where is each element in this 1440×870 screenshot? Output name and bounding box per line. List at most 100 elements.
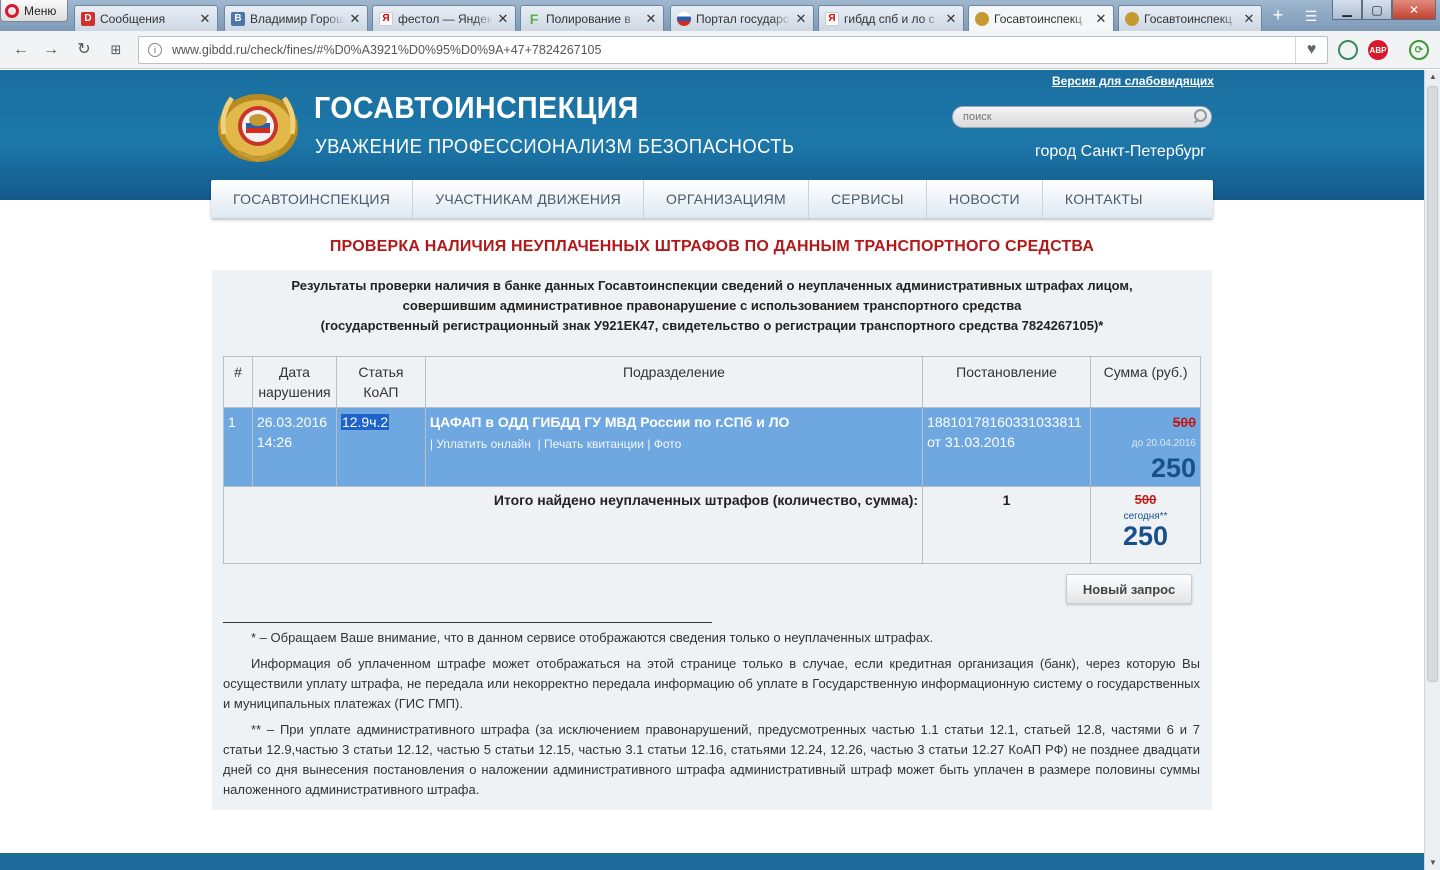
new-tab-icon[interactable]: +	[1268, 6, 1288, 26]
forward-arrow-icon[interactable]: →	[40, 40, 62, 60]
address-url[interactable]: www.gibdd.ru/check/fines/#%D0%A3921%D0%9…	[172, 43, 1295, 57]
fine-article-cell: 12.9ч.2	[335, 407, 426, 487]
fine-time: 14:26	[256, 434, 293, 450]
opera-menu-button[interactable]: Меню	[0, 0, 68, 22]
close-window-icon[interactable]: ✕	[1392, 0, 1436, 20]
speed-dial-icon[interactable]: ⊞	[105, 40, 127, 60]
column-header-unit: Подразделение	[424, 356, 924, 408]
browser-tab[interactable]: F Полирование в ✕	[520, 5, 664, 31]
photo-link[interactable]: | Фото	[647, 437, 681, 451]
nav-item-news[interactable]: НОВОСТИ	[927, 180, 1043, 218]
site-slogan: УВАЖЕНИЕ ПРОФЕССИОНАЛИЗМ БЕЗОПАСНОСТЬ	[315, 136, 795, 158]
accessible-version-link[interactable]: Версия для слабовидящих	[1052, 74, 1214, 88]
tab-favicon-icon	[975, 12, 989, 26]
browser-tab[interactable]: D Сообщения ✕	[74, 5, 218, 31]
gibdd-emblem-icon[interactable]	[214, 84, 302, 164]
fine-date-cell: 26.03.2016 14:26	[251, 407, 337, 487]
tab-label: Госавтоинспекц	[994, 12, 1082, 26]
column-header-date: Дата нарушения	[251, 356, 337, 408]
browser-tab[interactable]: Портал государс ✕	[670, 5, 814, 31]
nav-item-services[interactable]: СЕРВИСЫ	[809, 180, 927, 218]
address-bar[interactable]: i www.gibdd.ru/check/fines/#%D0%A3921%D0…	[138, 36, 1328, 64]
intro-line: (государственный регистрационный знак У9…	[320, 318, 1104, 333]
tab-close-icon[interactable]: ✕	[199, 11, 211, 27]
fine-unit-cell: ЦАФАП в ОДД ГИБДД ГУ МВД России по г.СПб…	[424, 407, 924, 487]
fine-date: 26.03.2016	[256, 414, 328, 430]
total-discount-sum: 250	[1123, 521, 1169, 551]
total-count: 1	[922, 486, 1092, 564]
browser-tab[interactable]: Я фестол — Яндекс ✕	[372, 5, 516, 31]
browser-tab[interactable]: Я гибдд спб и ло с ✕	[818, 5, 964, 31]
scroll-up-icon[interactable]: ▲	[1425, 70, 1440, 84]
city-selector[interactable]: город Санкт-Петербург	[1035, 143, 1206, 161]
tab-menu-icon[interactable]: ☰	[1302, 8, 1320, 24]
tab-favicon-icon	[677, 11, 691, 26]
table-row[interactable]: 1 26.03.2016 14:26 12.9ч.2 ЦАФАП в ОДД Г…	[223, 407, 1201, 487]
nav-item-gibdd[interactable]: ГОСАВТОИНСПЕКЦИЯ	[211, 180, 414, 218]
total-old-sum: 500	[1134, 492, 1157, 507]
site-info-icon[interactable]: i	[148, 43, 162, 57]
tab-close-icon[interactable]: ✕	[795, 11, 807, 27]
column-header-sum: Сумма (руб.)	[1090, 356, 1201, 408]
page-title: ПРОВЕРКА НАЛИЧИЯ НЕУПЛАЧЕННЫХ ШТРАФОВ ПО…	[329, 238, 1095, 255]
total-sum-cell: 500 сегодня** 250	[1090, 486, 1201, 564]
print-receipt-link[interactable]: | Печать квитанции	[538, 437, 644, 451]
nav-item-organizations[interactable]: ОРГАНИЗАЦИЯМ	[644, 180, 809, 218]
tab-close-icon[interactable]: ✕	[945, 11, 957, 27]
tab-close-icon[interactable]: ✕	[1243, 11, 1255, 27]
pay-online-link[interactable]: | Уплатить онлайн	[430, 437, 531, 451]
main-nav: ГОСАВТОИНСПЕКЦИЯ УЧАСТНИКАМ ДВИЖЕНИЯ ОРГ…	[211, 180, 1213, 218]
opera-menu-label: Меню	[24, 3, 57, 18]
tab-label: Госавтоинспекц	[1144, 11, 1232, 26]
fine-actions: | Уплатить онлайн | Печать квитанции | Ф…	[430, 434, 918, 454]
table-header-row: # Дата нарушения Статья КоАП Подразделен…	[223, 356, 1201, 408]
tab-label: Сообщения	[100, 11, 166, 26]
tab-label: Портал государс	[696, 11, 789, 26]
nav-item-participants[interactable]: УЧАСТНИКАМ ДВИЖЕНИЯ	[413, 180, 645, 218]
fine-discount-sum: 250	[1150, 453, 1196, 483]
maximize-icon[interactable]: ▢	[1362, 0, 1392, 20]
tab-close-icon[interactable]: ✕	[645, 11, 657, 27]
total-row: Итого найдено неуплаченных штрафов (коли…	[222, 486, 1201, 564]
tab-close-icon[interactable]: ✕	[497, 11, 509, 27]
web-page: ГОСАВТОИНСПЕКЦИЯ УВАЖЕНИЕ ПРОФЕССИОНАЛИЗ…	[0, 70, 1424, 870]
column-header-resolution: Постановление	[922, 356, 1092, 408]
browser-tab-bar: Меню D Сообщения ✕ B Владимир Горош ✕ Я …	[0, 0, 1440, 32]
extension-update-icon[interactable]: ⟳	[1409, 40, 1429, 60]
footnote-discount: ** – При уплате административного штрафа…	[223, 722, 1200, 797]
search-input[interactable]	[963, 111, 1191, 123]
result-intro: Результаты проверки наличия в банке данн…	[230, 276, 1194, 336]
nav-item-contacts[interactable]: КОНТАКТЫ	[1043, 180, 1165, 218]
scroll-down-icon[interactable]: ▼	[1425, 856, 1440, 870]
fine-sum-cell: 500 до 20.04.2016 250	[1090, 407, 1201, 487]
site-footer	[0, 853, 1424, 870]
reload-icon[interactable]: ↻	[73, 40, 95, 60]
tab-favicon-icon: B	[231, 11, 245, 26]
window-controls: ▁ ▢ ✕	[1332, 0, 1436, 20]
browser-tab-active[interactable]: Госавтоинспекц ✕	[968, 5, 1114, 32]
bookmark-heart-icon[interactable]: ♥	[1295, 37, 1327, 63]
resolution-number: 18810178160331033811	[927, 414, 1082, 430]
tab-favicon-icon: Я	[379, 11, 393, 26]
tab-close-icon[interactable]: ✕	[1095, 11, 1107, 27]
new-request-button[interactable]: Новый запрос	[1066, 574, 1192, 604]
tab-label: гибдд спб и ло с	[844, 11, 935, 26]
adblock-plus-icon[interactable]: ABP	[1368, 40, 1388, 60]
minimize-icon[interactable]: ▁	[1332, 0, 1362, 20]
browser-tab[interactable]: Госавтоинспекц ✕	[1118, 5, 1262, 31]
browser-tab[interactable]: B Владимир Горош ✕	[224, 5, 368, 31]
scroll-thumb[interactable]	[1427, 86, 1438, 682]
extension-vpn-icon[interactable]	[1338, 40, 1358, 60]
tab-close-icon[interactable]: ✕	[349, 11, 361, 27]
fine-resolution-cell: 18810178160331033811 от 31.03.2016	[922, 407, 1092, 487]
intro-line: Результаты проверки наличия в банке данн…	[291, 278, 1133, 293]
column-header-num: #	[223, 356, 253, 408]
site-title[interactable]: ГОСАВТОИНСПЕКЦИЯ	[314, 90, 639, 126]
footnote-divider	[223, 622, 712, 623]
column-header-article: Статья КоАП	[335, 356, 426, 408]
tab-favicon-icon: F	[529, 10, 539, 27]
page-scrollbar[interactable]: ▲ ▼	[1424, 70, 1440, 870]
back-arrow-icon[interactable]: ←	[10, 40, 32, 60]
tab-favicon-icon: Я	[825, 11, 839, 26]
search-icon[interactable]	[1191, 107, 1211, 127]
